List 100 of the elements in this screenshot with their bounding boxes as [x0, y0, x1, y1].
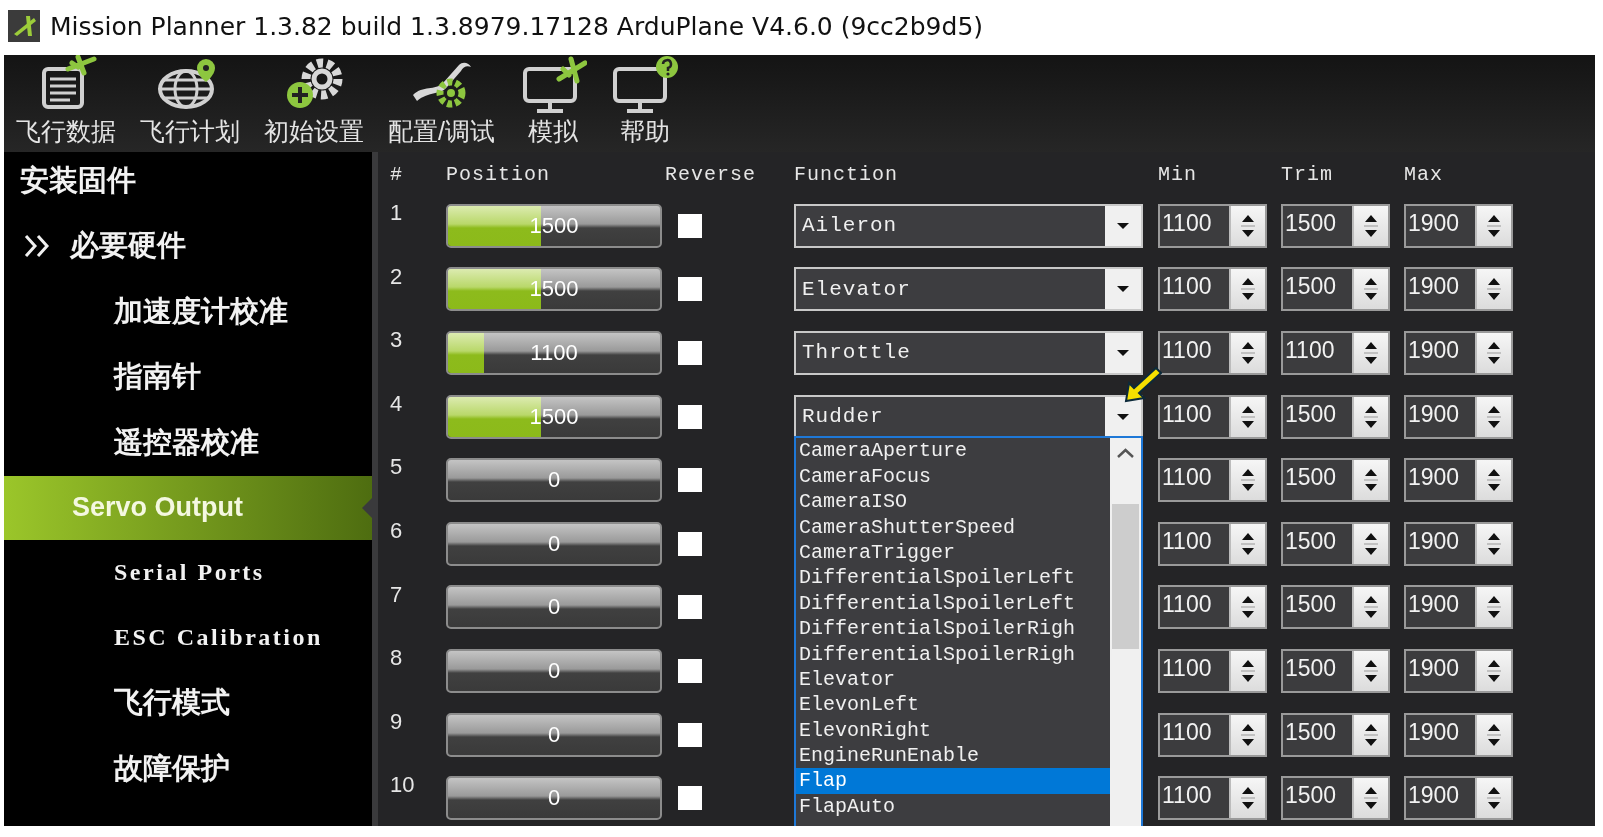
number-spinner[interactable]: 1500 [1281, 585, 1390, 630]
sidebar-item[interactable]: ESC Calibration [4, 605, 372, 671]
spin-button[interactable] [1475, 269, 1511, 310]
number-spinner[interactable]: 1100 [1158, 394, 1267, 439]
number-spinner[interactable]: 1500 [1281, 394, 1390, 439]
number-spinner[interactable]: 1100 [1158, 203, 1267, 248]
number-spinner[interactable]: 1500 [1281, 203, 1390, 248]
spin-button[interactable] [1229, 650, 1265, 691]
number-spinner[interactable]: 1900 [1404, 331, 1513, 375]
dropdown-option[interactable]: CameraShutterSpeed [796, 514, 1110, 540]
number-spinner[interactable]: 1100 [1158, 776, 1267, 821]
number-spinner[interactable]: 1500 [1281, 776, 1390, 821]
number-spinner[interactable]: 1900 [1404, 267, 1513, 312]
spin-button[interactable] [1352, 650, 1388, 691]
spin-button[interactable] [1229, 205, 1265, 246]
spin-button[interactable] [1229, 269, 1265, 310]
number-spinner[interactable]: 1500 [1281, 267, 1390, 312]
reverse-checkbox[interactable] [678, 341, 702, 365]
spin-button[interactable] [1229, 523, 1265, 564]
sidebar-item[interactable]: Serial Ports [4, 539, 372, 605]
spin-button[interactable] [1352, 333, 1388, 373]
spin-button[interactable] [1352, 205, 1388, 246]
scrollbar-thumb[interactable] [1112, 504, 1139, 650]
reverse-checkbox[interactable] [678, 658, 702, 683]
spin-button[interactable] [1352, 460, 1388, 501]
dropdown-option[interactable]: Elevator [796, 666, 1110, 693]
toolbar-button[interactable]: 模拟 [516, 55, 589, 148]
spin-button[interactable] [1352, 269, 1388, 310]
spin-button[interactable] [1352, 523, 1388, 564]
dropdown-option[interactable]: DifferentialSpoilerRigh [796, 616, 1110, 642]
number-spinner[interactable]: 1100 [1158, 585, 1267, 630]
reverse-checkbox[interactable] [678, 404, 702, 429]
sidebar-item[interactable]: 遥控器校准 [4, 410, 372, 476]
reverse-checkbox[interactable] [678, 213, 702, 238]
sidebar-item[interactable]: 故障保护 [4, 736, 372, 802]
dropdown-option[interactable]: CameraFocus [796, 463, 1110, 490]
number-spinner[interactable]: 1100 [1158, 331, 1267, 375]
toolbar-button[interactable]: 飞行数据 [14, 55, 118, 148]
toolbar-button[interactable]: 飞行计划 [138, 55, 242, 148]
spin-button[interactable] [1352, 587, 1388, 628]
sidebar-item[interactable]: 安装固件 [4, 152, 372, 214]
toolbar-button[interactable]: 帮助 [608, 55, 681, 148]
toolbar-button[interactable]: 配置/调试 [386, 55, 497, 148]
number-spinner[interactable]: 1100 [1158, 648, 1267, 693]
spin-button[interactable] [1475, 650, 1511, 691]
number-spinner[interactable]: 1500 [1281, 648, 1390, 693]
spin-button[interactable] [1475, 460, 1511, 501]
dropdown-option[interactable]: DifferentialSpoilerRigh [796, 641, 1110, 667]
number-spinner[interactable]: 1100 [1158, 521, 1267, 566]
number-spinner[interactable]: 1100 [1158, 458, 1267, 503]
number-spinner[interactable]: 1900 [1404, 585, 1513, 630]
number-spinner[interactable]: 1900 [1404, 648, 1513, 693]
spin-button[interactable] [1352, 714, 1388, 755]
spin-button[interactable] [1229, 396, 1265, 437]
number-spinner[interactable]: 1900 [1404, 712, 1513, 757]
number-spinner[interactable]: 1100 [1158, 267, 1267, 312]
spin-button[interactable] [1229, 714, 1265, 755]
dropdown-option[interactable]: DifferentialSpoilerLeft [796, 590, 1110, 617]
number-spinner[interactable]: 1500 [1281, 521, 1390, 566]
spin-button[interactable] [1475, 714, 1511, 755]
reverse-checkbox[interactable] [678, 722, 702, 747]
number-spinner[interactable]: 1900 [1404, 203, 1513, 248]
function-dropdown[interactable]: Rudder [794, 394, 1143, 439]
dropdown-option[interactable]: ElevonLeft [796, 692, 1110, 718]
spin-button[interactable] [1229, 460, 1265, 501]
dropdown-option[interactable]: CameraISO [796, 489, 1110, 515]
spin-button[interactable] [1475, 778, 1511, 819]
reverse-checkbox[interactable] [678, 786, 702, 811]
dropdown-option[interactable]: DifferentialSpoilerLeft [796, 565, 1110, 591]
number-spinner[interactable]: 1500 [1281, 458, 1390, 503]
reverse-checkbox[interactable] [678, 595, 702, 620]
spin-button[interactable] [1475, 523, 1511, 564]
reverse-checkbox[interactable] [678, 468, 702, 493]
spin-button[interactable] [1475, 205, 1511, 246]
dropdown-option[interactable]: ElevonRight [796, 717, 1110, 744]
function-dropdown[interactable]: Aileron [794, 203, 1143, 248]
dropdown-option[interactable]: CameraTrigger [796, 539, 1110, 566]
toolbar-button[interactable]: 初始设置 [262, 55, 366, 148]
dropdown-option[interactable]: FlapAuto [796, 793, 1110, 820]
spin-button[interactable] [1229, 587, 1265, 628]
number-spinner[interactable]: 1100 [1281, 331, 1390, 375]
number-spinner[interactable]: 1900 [1404, 394, 1513, 439]
number-spinner[interactable]: 1900 [1404, 521, 1513, 566]
dropdown-option[interactable]: CameraAperture [796, 438, 1110, 464]
sidebar-item[interactable]: 加速度计校准 [4, 279, 372, 345]
spin-button[interactable] [1352, 778, 1388, 819]
spin-button[interactable] [1229, 778, 1265, 819]
sidebar-item[interactable]: 飞行模式 [4, 670, 372, 736]
number-spinner[interactable]: 1500 [1281, 712, 1390, 757]
dropdown-option[interactable]: Flap [796, 768, 1110, 794]
scrollbar[interactable] [1110, 438, 1141, 826]
sidebar-item[interactable]: 指南针 [4, 344, 372, 410]
sidebar-item[interactable]: 必要硬件 [70, 226, 186, 267]
spin-button[interactable] [1475, 333, 1511, 373]
function-dropdown[interactable]: Throttle [794, 331, 1143, 375]
number-spinner[interactable]: 1900 [1404, 458, 1513, 503]
reverse-checkbox[interactable] [678, 277, 702, 302]
reverse-checkbox[interactable] [678, 531, 702, 556]
function-dropdown[interactable]: Elevator [794, 267, 1143, 312]
number-spinner[interactable]: 1100 [1158, 712, 1267, 757]
